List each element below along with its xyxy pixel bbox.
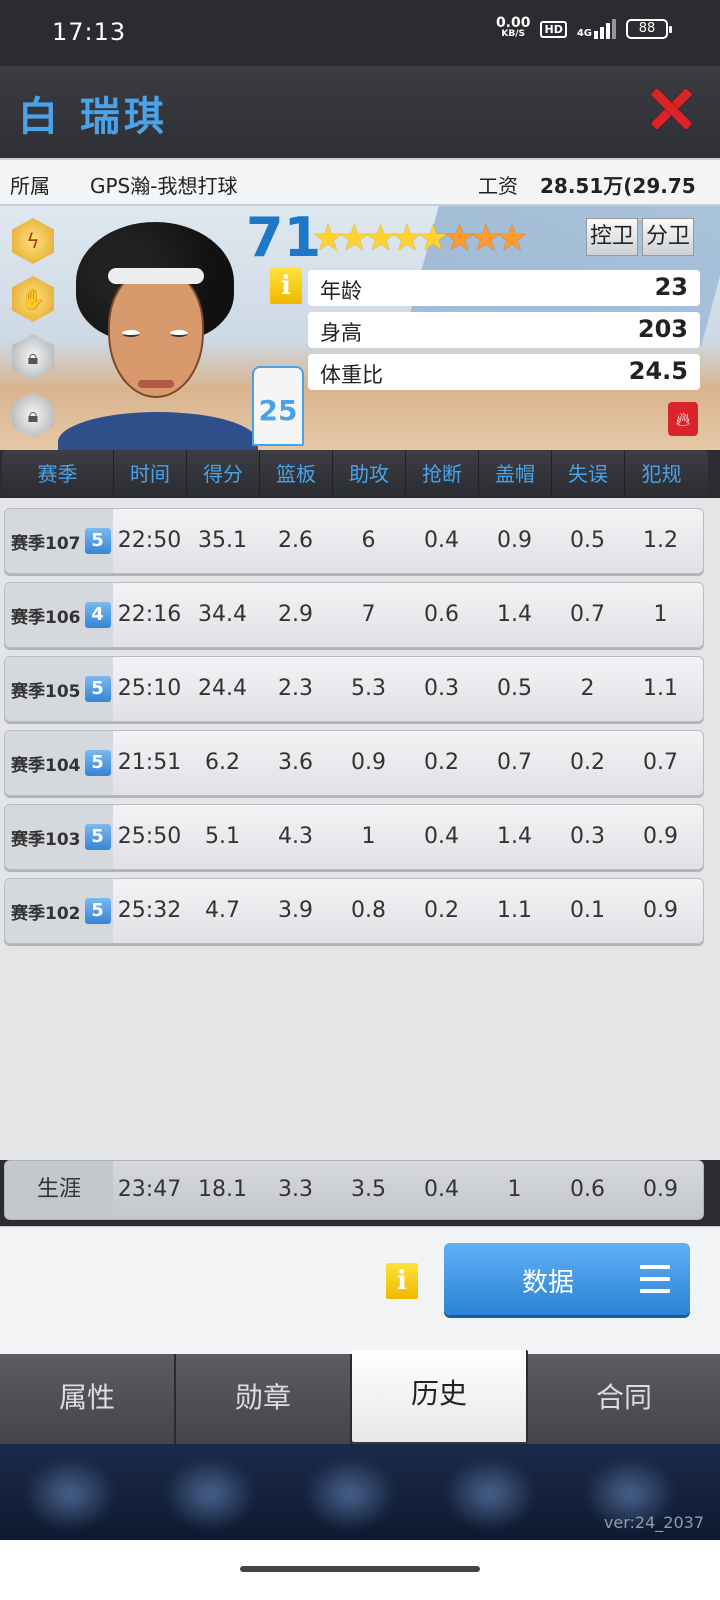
cell-signal-icon: 4G — [577, 19, 616, 39]
player-panel: ϟ ✋ 🔒︎ 🔒︎ 25 71 ★★★★★ ★★★ 控卫 分卫 i 年龄 23 … — [0, 206, 720, 450]
action-bar: i 数据 — [0, 1226, 720, 1354]
tab-bar: 属性 勋章 历史 合同 — [0, 1350, 720, 1444]
bottom-navigation: ver:24_2037 — [0, 1444, 720, 1540]
level-badge: 5 — [84, 824, 111, 850]
star-icons-filled: ★★★★★ — [312, 218, 449, 259]
level-badge: 4 — [84, 602, 111, 628]
jersey-icon: 25 — [252, 366, 304, 446]
col-header[interactable]: 助攻 — [333, 450, 406, 498]
locked-badge-icon[interactable]: 🔒︎ — [12, 392, 54, 438]
player-name: 白 瑞琪 — [18, 94, 168, 140]
status-icons: 0.00 KB/S HD 4G 88 — [495, 15, 672, 40]
close-icon[interactable] — [650, 88, 692, 130]
position-sg: 分卫 — [642, 218, 694, 256]
battery-icon: 88 — [626, 19, 672, 39]
stats-table-header: 赛季 时间 得分 篮板 助攻 抢断 盖帽 失误 犯规 — [2, 450, 708, 498]
affiliation-label: 所属 — [10, 174, 50, 198]
player-avatar — [58, 212, 258, 450]
career-row: 生涯 23:47 18.1 3.3 3.5 0.4 1 0.6 0.9 — [4, 1160, 704, 1220]
tab-attributes[interactable]: 属性 — [0, 1354, 176, 1444]
locked-badge-icon[interactable]: 🔒︎ — [12, 334, 54, 380]
status-bar: 17:13 0.00 KB/S HD 4G 88 — [0, 0, 720, 66]
level-badge: 5 — [84, 898, 111, 924]
info-icon[interactable]: i — [270, 268, 302, 304]
star-icons-potential: ★★★ — [443, 218, 528, 259]
data-button-label: 数据 — [522, 1268, 575, 1298]
skill-badge-icon[interactable]: ✋ — [12, 276, 54, 322]
level-badge: 5 — [84, 750, 111, 776]
gesture-bar — [0, 1540, 720, 1600]
table-row[interactable]: 赛季106 4 22:16 34.4 2.9 7 0.6 1.4 0.7 1 — [4, 582, 704, 648]
col-header[interactable]: 犯规 — [625, 450, 698, 498]
table-row[interactable]: 赛季102 5 25:32 4.7 3.9 0.8 0.2 1.1 0.1 0.9 — [4, 878, 704, 944]
fire-icon[interactable]: 🔥︎ — [668, 402, 698, 436]
status-time: 17:13 — [52, 18, 127, 46]
col-header[interactable]: 赛季 — [2, 450, 114, 498]
overall-rating: 71 — [246, 206, 322, 269]
tab-medals[interactable]: 勋章 — [176, 1354, 352, 1444]
nav-star-icon — [20, 1454, 120, 1534]
table-row[interactable]: 赛季104 5 21:51 6.2 3.6 0.9 0.2 0.7 0.2 0.7 — [4, 730, 704, 796]
title-bar: 白 瑞琪 — [0, 66, 720, 158]
col-header[interactable]: 篮板 — [260, 450, 333, 498]
level-badge: 5 — [84, 528, 111, 554]
attr-weight-ratio: 体重比 24.5 — [308, 354, 700, 390]
version-label: ver:24_2037 — [603, 1513, 704, 1532]
tab-contract[interactable]: 合同 — [528, 1354, 720, 1444]
star-rating: ★★★★★ ★★★ — [312, 218, 528, 259]
team-name: GPS瀚-我想打球 — [90, 174, 238, 198]
col-header[interactable]: 时间 — [114, 450, 187, 498]
salary-label: 工资 — [478, 174, 518, 198]
col-header[interactable]: 得分 — [187, 450, 260, 498]
hd-icon: HD — [540, 20, 567, 38]
tab-history[interactable]: 历史 — [352, 1350, 528, 1442]
affiliation-row: 所属 GPS瀚-我想打球 工资 28.51万(29.75万) — [0, 158, 720, 227]
nav-team-icon — [440, 1454, 540, 1534]
col-header[interactable]: 盖帽 — [479, 450, 552, 498]
col-header[interactable]: 抢断 — [406, 450, 479, 498]
home-indicator[interactable] — [240, 1566, 480, 1572]
table-row[interactable]: 赛季107 5 22:50 35.1 2.6 6 0.4 0.9 0.5 1.2 — [4, 508, 704, 574]
position-pg: 控卫 — [586, 218, 638, 256]
col-header[interactable]: 失误 — [552, 450, 625, 498]
nav-money-icon — [160, 1454, 260, 1534]
table-row[interactable]: 赛季103 5 25:50 5.1 4.3 1 0.4 1.4 0.3 0.9 — [4, 804, 704, 870]
nav-player-icon — [300, 1454, 400, 1534]
data-button[interactable]: 数据 — [444, 1243, 690, 1315]
level-badge: 5 — [84, 676, 111, 702]
attr-age: 年龄 23 — [308, 270, 700, 306]
menu-icon — [640, 1265, 670, 1293]
career-label: 生涯 — [5, 1161, 113, 1219]
attr-height: 身高 203 — [308, 312, 700, 348]
info-icon[interactable]: i — [386, 1263, 418, 1299]
skill-badge-icon[interactable]: ϟ — [12, 218, 54, 264]
table-row[interactable]: 赛季105 5 25:10 24.4 2.3 5.3 0.3 0.5 2 1.1 — [4, 656, 704, 722]
network-speed: 0.00 KB/S — [495, 15, 531, 39]
